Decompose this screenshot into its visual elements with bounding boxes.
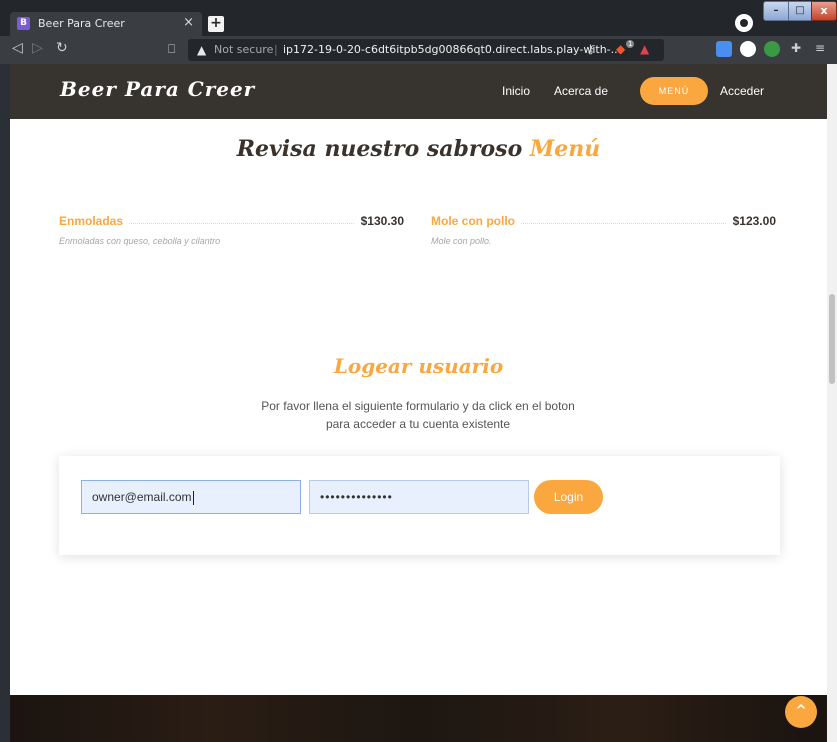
reload-icon[interactable]: ↻	[56, 40, 68, 56]
key-icon[interactable]: ⚷	[586, 42, 595, 56]
nav-acceder[interactable]: Acceder	[720, 84, 764, 98]
forward-icon[interactable]: ▷	[32, 40, 43, 56]
page-viewport: Beer Para Creer Inicio Acerca de MENÚ Ac…	[10, 64, 827, 742]
close-tab-icon[interactable]: ×	[183, 15, 194, 30]
login-description: Por favor llena el siguiente formulario …	[261, 399, 575, 431]
site-logo[interactable]: Beer Para Creer	[60, 77, 255, 101]
menu-item-desc: Enmoladas con queso, cebolla y cilantro	[59, 236, 221, 246]
login-card: owner@email.com •••••••••••••• Login	[59, 456, 780, 555]
nav-menu-button[interactable]: MENÚ	[640, 77, 708, 105]
menu-item-price: $123.00	[726, 214, 776, 228]
nav-inicio[interactable]: Inicio	[502, 84, 530, 98]
login-button[interactable]: Login	[534, 480, 603, 514]
site-header: Beer Para Creer Inicio Acerca de MENÚ Ac…	[10, 64, 827, 119]
text-caret	[192, 490, 194, 505]
brave-shield-icon[interactable]: ◆	[616, 42, 625, 56]
separator: |	[274, 43, 278, 56]
menu-item: Enmoladas $130.30 Enmoladas con queso, c…	[59, 214, 404, 246]
close-window-button[interactable]: x	[811, 1, 837, 21]
scrollbar-thumb[interactable]	[829, 294, 835, 384]
warning-icon: ▲	[197, 43, 207, 57]
rewards-icon[interactable]: ▲	[640, 42, 649, 56]
email-value: owner@email.com	[92, 490, 192, 504]
url-text[interactable]: ip172-19-0-20-c6dt6itpb5dg00866qt0.direc…	[283, 43, 621, 56]
tab-title: Beer Para Creer	[38, 17, 125, 30]
chevron-up-icon: ^	[795, 703, 807, 719]
page-scrollbar[interactable]	[827, 64, 837, 742]
puzzle-icon[interactable]: ✚	[791, 41, 801, 55]
vpn-extension-icon[interactable]	[764, 41, 780, 57]
minimize-button[interactable]: –	[763, 1, 789, 21]
back-icon[interactable]: ◁	[12, 40, 23, 56]
menu-item-name: Enmoladas	[59, 214, 130, 228]
menu-section-title: Revisa nuestro sabroso Menú	[10, 136, 827, 162]
translate-extension-icon[interactable]	[716, 41, 732, 57]
brave-badge: 1	[626, 40, 635, 48]
menu-item: Mole con pollo $123.00 Mole con pollo.	[431, 214, 776, 246]
nav-acerca[interactable]: Acerca de	[554, 84, 608, 98]
extension-icon[interactable]	[740, 41, 756, 57]
profile-icon[interactable]	[735, 14, 753, 32]
menu-title-main: Revisa nuestro sabroso	[236, 136, 523, 162]
login-title: Logear usuario	[333, 354, 504, 378]
tab-beer-para-creer[interactable]: B Beer Para Creer ×	[10, 12, 202, 36]
menu-icon[interactable]: ≡	[815, 41, 825, 55]
bookmark-icon[interactable]: ⎕	[168, 42, 175, 57]
maximize-button[interactable]: □	[788, 1, 812, 21]
email-field[interactable]: owner@email.com	[81, 480, 301, 514]
browser-window: B Beer Para Creer × + – □ x ◁ ▷ ↻ ⎕ ▲ No…	[0, 0, 837, 742]
address-bar[interactable]: ▲ Not secure | ip172-19-0-20-c6dt6itpb5d…	[188, 39, 664, 61]
footer-image	[10, 695, 827, 742]
menu-title-accent: Menú	[529, 136, 601, 162]
menu-item-desc: Mole con pollo.	[431, 236, 492, 246]
favicon-icon: B	[17, 17, 30, 30]
not-secure-label: Not secure	[214, 43, 274, 56]
back-to-top-button[interactable]: ^	[785, 696, 817, 728]
address-toolbar: ◁ ▷ ↻ ⎕ ▲ Not secure | ip172-19-0-20-c6d…	[0, 36, 837, 64]
new-tab-button[interactable]: +	[208, 16, 224, 32]
menu-item-name: Mole con pollo	[431, 214, 521, 228]
tab-bar: B Beer Para Creer × + – □ x	[0, 0, 837, 36]
password-field[interactable]: ••••••••••••••	[309, 480, 529, 514]
menu-item-price: $130.30	[354, 214, 404, 228]
